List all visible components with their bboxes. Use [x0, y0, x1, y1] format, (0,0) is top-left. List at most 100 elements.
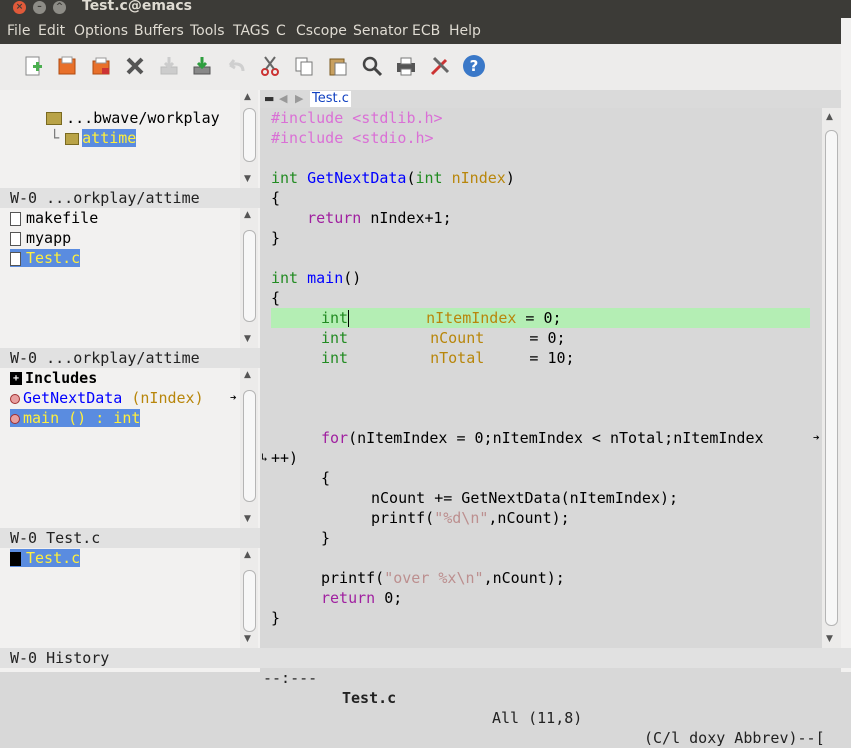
file-icon: [10, 231, 21, 246]
dir-scrollbar[interactable]: ▲ ▼: [240, 90, 258, 188]
title-bar: × – ^ Test.c@emacs: [0, 0, 851, 18]
window-edge: [841, 18, 851, 672]
tab-prev-icon[interactable]: ◀: [279, 92, 287, 105]
file-icon: [10, 211, 21, 226]
code-line: int nItemIndex = 0;: [321, 309, 562, 327]
menu-tags[interactable]: TAGS: [233, 23, 270, 39]
open-file-icon[interactable]: [54, 53, 80, 79]
sources-pane[interactable]: makefile myapp Test.c: [0, 208, 240, 348]
text-cursor: [348, 310, 350, 327]
copy-icon[interactable]: [291, 53, 317, 79]
code-line: for(nItemIndex = 0;nItemIndex < nTotal;n…: [321, 429, 764, 447]
scroll-thumb[interactable]: [243, 230, 256, 322]
menu-file[interactable]: File: [7, 23, 30, 39]
code-line: {: [271, 189, 281, 207]
maximize-window-button[interactable]: ^: [53, 1, 66, 14]
sources-scrollbar[interactable]: ▲ ▼: [240, 208, 258, 348]
help-icon[interactable]: ?: [461, 53, 487, 79]
source-file-item[interactable]: makefile: [10, 208, 98, 228]
code-line: }: [321, 529, 331, 547]
scroll-up-icon[interactable]: ▲: [826, 112, 833, 122]
preferences-icon[interactable]: [427, 53, 453, 79]
scroll-thumb[interactable]: [243, 390, 256, 502]
tab-close-icon[interactable]: ▬: [264, 92, 274, 105]
code-line: int nCount = 0;: [321, 329, 566, 347]
menu-edit[interactable]: Edit: [38, 23, 65, 39]
menu-ecb[interactable]: ECB: [412, 23, 440, 39]
methods-scrollbar[interactable]: ▲ ▼: [240, 368, 258, 528]
method-item-selected[interactable]: main () : int: [10, 408, 141, 428]
code-line: }: [271, 609, 281, 627]
menu-c[interactable]: C: [276, 23, 286, 39]
file-icon: [10, 251, 21, 266]
minimize-window-button[interactable]: –: [33, 1, 46, 14]
scroll-thumb[interactable]: [243, 570, 256, 632]
scroll-down-icon[interactable]: ▼: [244, 634, 251, 644]
history-item-selected[interactable]: Test.c: [10, 548, 81, 568]
line-wrap-icon: ➔: [813, 431, 820, 444]
menu-cscope[interactable]: Cscope: [296, 23, 347, 39]
includes-node[interactable]: + Includes: [10, 368, 97, 388]
modeline-status: --:---: [263, 669, 318, 687]
close-icon[interactable]: [122, 53, 148, 79]
modeline-modes: (C/l doxy Abbrev)--[: [644, 729, 825, 747]
scroll-thumb[interactable]: [243, 108, 256, 162]
code-line: nCount += GetNextData(nItemIndex);: [371, 489, 679, 507]
toolbar: ?: [0, 44, 841, 91]
scroll-down-icon[interactable]: ▼: [826, 634, 833, 644]
code-line: int main(): [271, 269, 362, 287]
methods-pane[interactable]: + Includes GetNextData (nIndex) ➔ main ()…: [0, 368, 240, 528]
tab-next-icon[interactable]: ▶: [295, 92, 303, 105]
code-line: printf("over %x\n",nCount);: [321, 569, 565, 587]
svg-text:?: ?: [470, 57, 479, 75]
dir-root[interactable]: ...bwave/workplay: [10, 88, 220, 127]
save-icon[interactable]: [156, 53, 182, 79]
code-line: printf("%d\n",nCount);: [371, 509, 570, 527]
scroll-up-icon[interactable]: ▲: [244, 550, 251, 560]
editor-scrollbar[interactable]: ▲ ▼: [822, 108, 841, 648]
menu-options[interactable]: Options: [74, 23, 128, 39]
editor-modeline: --:--- Test.c All (11,8) (C/l doxy Abbre…: [260, 648, 851, 747]
menu-tools[interactable]: Tools: [190, 23, 225, 39]
window-title: Test.c@emacs: [82, 0, 192, 14]
tab-test-c[interactable]: Test.c: [310, 91, 351, 107]
dir-child[interactable]: └ attime: [14, 108, 137, 147]
methods-modeline: W-0 Test.c: [0, 528, 260, 548]
expand-icon[interactable]: +: [10, 372, 22, 385]
source-file-item-selected[interactable]: Test.c: [10, 248, 81, 268]
scroll-down-icon[interactable]: ▼: [244, 514, 251, 524]
scroll-up-icon[interactable]: ▲: [244, 210, 251, 220]
scroll-up-icon[interactable]: ▲: [244, 370, 251, 380]
code-line: }: [271, 229, 281, 247]
code-line: {: [271, 289, 281, 307]
search-icon[interactable]: [359, 53, 385, 79]
menu-senator[interactable]: Senator: [353, 23, 408, 39]
directories-pane[interactable]: ...bwave/workplay └ attime: [0, 90, 240, 188]
function-icon: [10, 413, 20, 424]
source-file-item[interactable]: myapp: [10, 228, 71, 248]
dir-modeline: W-0 ...orkplay/attime: [0, 188, 260, 208]
history-scrollbar[interactable]: ▲ ▼: [240, 548, 258, 648]
code-editor[interactable]: #include <stdlib.h> #include <stdio.h> i…: [260, 108, 822, 648]
code-line: {: [321, 469, 331, 487]
close-window-button[interactable]: ×: [13, 1, 26, 14]
paste-icon[interactable]: [325, 53, 351, 79]
open-dir-icon[interactable]: [88, 53, 114, 79]
history-pane[interactable]: Test.c: [0, 548, 240, 648]
scroll-thumb[interactable]: [825, 130, 838, 626]
menu-help[interactable]: Help: [449, 23, 481, 39]
new-file-icon[interactable]: [20, 53, 46, 79]
code-line: #include <stdio.h>: [271, 129, 434, 147]
cut-icon[interactable]: [257, 53, 283, 79]
save-as-icon[interactable]: [189, 53, 215, 79]
scroll-down-icon[interactable]: ▼: [244, 174, 251, 184]
code-line: int GetNextData(int nIndex): [271, 169, 515, 187]
scroll-up-icon[interactable]: ▲: [244, 92, 251, 102]
code-line: ++): [271, 449, 299, 467]
menu-buffers[interactable]: Buffers: [134, 23, 184, 39]
print-icon[interactable]: [393, 53, 419, 79]
undo-icon[interactable]: [223, 53, 249, 79]
line-continue-icon: ↳: [261, 451, 268, 464]
method-item[interactable]: GetNextData (nIndex): [10, 388, 204, 408]
scroll-down-icon[interactable]: ▼: [244, 334, 251, 344]
